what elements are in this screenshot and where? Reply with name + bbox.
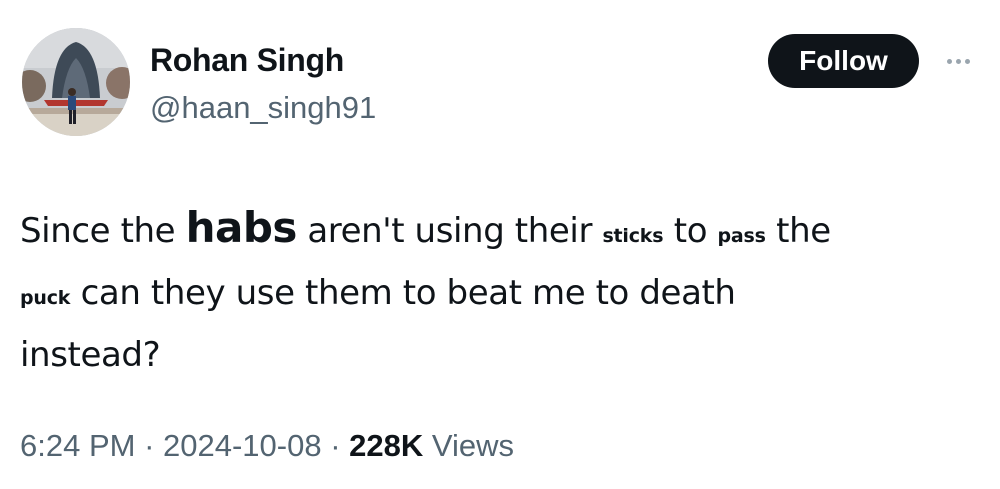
more-dot (955, 58, 961, 64)
more-dot (946, 58, 952, 64)
tweet-segment: aren't using their (296, 211, 603, 251)
profile-photo (22, 28, 130, 136)
more-dot (964, 58, 970, 64)
tweet-emphasis-puck: puck (20, 287, 71, 309)
more-horizontal-icon[interactable] (935, 46, 981, 76)
tweet-line: Since the habs aren't using their sticks… (20, 199, 960, 265)
tweet-emphasis-habs: habs (185, 203, 298, 252)
tweet-segment: Since the (20, 211, 186, 251)
tweet-segment: to (663, 211, 718, 251)
tweet-line: instead? (20, 335, 161, 375)
meta-separator: · (321, 428, 350, 463)
tweet-date[interactable]: 2024-10-08 (163, 428, 322, 463)
author-display-name[interactable]: Rohan Singh (150, 42, 344, 79)
tweet-time[interactable]: 6:24 PM (20, 428, 135, 463)
tweet-card: Rohan Singh @haan_singh91 Follow Since t… (0, 0, 1000, 489)
tweet-segment: the (765, 211, 831, 251)
tweet-text: Since the habs aren't using their sticks… (20, 199, 960, 384)
follow-button[interactable]: Follow (768, 34, 919, 88)
tweet-emphasis-sticks: sticks (602, 225, 664, 247)
tweet-emphasis-pass: pass (717, 225, 766, 247)
views-label: Views (423, 428, 515, 463)
avatar[interactable] (22, 28, 130, 136)
meta-separator: · (135, 428, 164, 463)
tweet-segment: can they use them to beat me to death (70, 273, 736, 313)
tweet-line: puck can they use them to beat me to dea… (20, 265, 960, 327)
author-handle[interactable]: @haan_singh91 (150, 90, 376, 126)
tweet-meta: 6:24 PM · 2024-10-08 · 228K Views (20, 428, 514, 464)
views-count[interactable]: 228K (349, 428, 423, 463)
